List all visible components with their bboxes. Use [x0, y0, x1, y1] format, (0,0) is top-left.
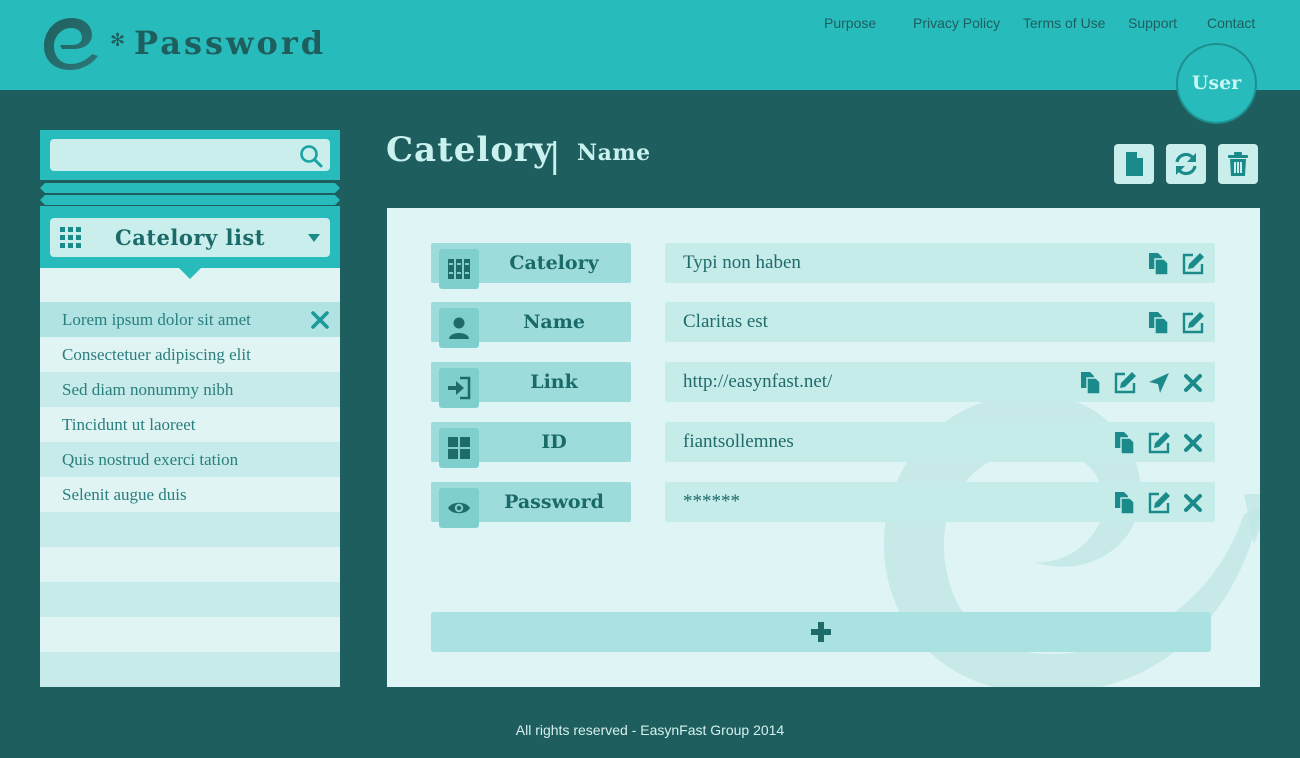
nav-privacy-policy[interactable]: Privacy Policy [913, 15, 1000, 31]
field-icon-box [439, 249, 479, 289]
field-value-password[interactable]: ****** [665, 482, 1215, 522]
field-value-text: Claritas est [683, 311, 768, 332]
field-label-text: Name [523, 311, 585, 333]
dropdown-pointer [179, 268, 201, 279]
field-icon-box [439, 428, 479, 468]
delete-button[interactable] [1218, 144, 1258, 184]
send-icon[interactable] [1147, 371, 1171, 395]
field-label-text: Link [530, 371, 578, 393]
search-input[interactable] [50, 139, 330, 171]
user-button[interactable]: User [1176, 43, 1257, 124]
category-list-label: Catelory list [115, 225, 265, 250]
list-item[interactable]: Tincidunt ut laoreet [40, 407, 340, 442]
logo-star-icon: ✻ [110, 30, 126, 51]
list-item-label: Consectetuer adipiscing elit [62, 345, 251, 364]
add-field-button[interactable] [431, 612, 1211, 652]
empty-row [40, 582, 340, 617]
edit-icon[interactable] [1147, 431, 1171, 455]
grid-icon [448, 437, 470, 459]
empty-row [40, 617, 340, 652]
field-value-id[interactable]: fiantsollemnes [665, 422, 1215, 462]
list-item-label: Tincidunt ut laoreet [62, 415, 196, 434]
books-icon [448, 259, 470, 279]
footer-text: All rights reserved - EasynFast Group 20… [515, 722, 785, 738]
list-item[interactable]: Lorem ipsum dolor sit amet [40, 302, 340, 337]
list-item-label: Selenit augue duis [62, 485, 187, 504]
entry-panel: Catelory Typi non haben Name Claritas es… [387, 208, 1260, 687]
list-item[interactable]: Selenit augue duis [40, 477, 340, 512]
field-value-text: Typi non haben [683, 252, 801, 273]
page-title: Catelory [386, 130, 554, 170]
category-list-select[interactable]: Catelory list [50, 218, 330, 257]
field-label-password: Password [431, 482, 631, 528]
field-label-text: ID [541, 431, 567, 453]
field-icon-box [439, 368, 479, 408]
search-box [40, 130, 340, 180]
field-label-text: Catelory [509, 252, 599, 274]
edit-icon[interactable] [1113, 371, 1137, 395]
eye-icon [448, 502, 470, 514]
field-label-id: ID [431, 422, 631, 468]
list-item[interactable]: Sed diam nonummy nibh [40, 372, 340, 407]
refresh-button[interactable] [1166, 144, 1206, 184]
list-item-label: Lorem ipsum dolor sit amet [62, 310, 251, 329]
chevron-down-icon [308, 234, 320, 242]
field-label-name: Name [431, 302, 631, 348]
field-icon-box [439, 488, 479, 528]
list-item[interactable]: Quis nostrud exerci tation [40, 442, 340, 477]
new-file-button[interactable] [1114, 144, 1154, 184]
refresh-icon [1175, 152, 1197, 176]
nav-purpose[interactable]: Purpose [824, 15, 876, 31]
close-icon[interactable] [311, 311, 329, 329]
divider-zigzag [40, 183, 340, 193]
field-icon-box [439, 308, 479, 348]
category-box: Catelory list [40, 206, 340, 268]
edit-icon[interactable] [1181, 252, 1205, 276]
empty-row [40, 547, 340, 582]
plus-icon [811, 622, 831, 642]
edit-icon[interactable] [1147, 491, 1171, 515]
copy-icon[interactable] [1147, 252, 1171, 276]
edit-icon[interactable] [1181, 311, 1205, 335]
field-value-category[interactable]: Typi non haben [665, 243, 1215, 283]
title-separator: | [549, 136, 561, 176]
field-value-text: ****** [683, 491, 740, 512]
field-value-link[interactable]: http://easynfast.net/ [665, 362, 1215, 402]
copy-icon[interactable] [1113, 491, 1137, 515]
divider-zigzag [40, 195, 340, 205]
logo-e-icon [44, 18, 98, 70]
field-label-category: Catelory [431, 243, 631, 289]
close-icon[interactable] [1181, 491, 1205, 515]
trash-icon [1228, 152, 1248, 176]
file-icon [1126, 152, 1143, 176]
empty-row [40, 512, 340, 547]
copy-icon[interactable] [1079, 371, 1103, 395]
field-label-link: Link [431, 362, 631, 408]
list-item-label: Quis nostrud exerci tation [62, 450, 239, 469]
nav-terms-of-use[interactable]: Terms of Use [1023, 15, 1105, 31]
list-item-label: Sed diam nonummy nibh [62, 380, 234, 399]
search-icon[interactable] [298, 143, 324, 169]
close-icon[interactable] [1181, 431, 1205, 455]
copy-icon[interactable] [1113, 431, 1137, 455]
field-value-text: http://easynfast.net/ [683, 371, 833, 392]
nav-support[interactable]: Support [1128, 15, 1177, 31]
copy-icon[interactable] [1147, 311, 1171, 335]
close-icon[interactable] [1181, 371, 1205, 395]
logo-text: Password [134, 24, 327, 62]
header: ✻ Password Purpose Privacy Policy Terms … [0, 0, 1300, 90]
person-icon [449, 317, 469, 339]
list-item[interactable]: Consectetuer adipiscing elit [40, 337, 340, 372]
field-value-text: fiantsollemnes [683, 431, 794, 452]
nav-contact[interactable]: Contact [1207, 15, 1255, 31]
category-list: Lorem ipsum dolor sit amet Consectetuer … [40, 268, 340, 687]
field-value-name[interactable]: Claritas est [665, 302, 1215, 342]
empty-row [40, 652, 340, 687]
page-subtitle: Name [577, 140, 651, 166]
login-icon [448, 376, 471, 400]
field-label-text: Password [504, 491, 604, 513]
